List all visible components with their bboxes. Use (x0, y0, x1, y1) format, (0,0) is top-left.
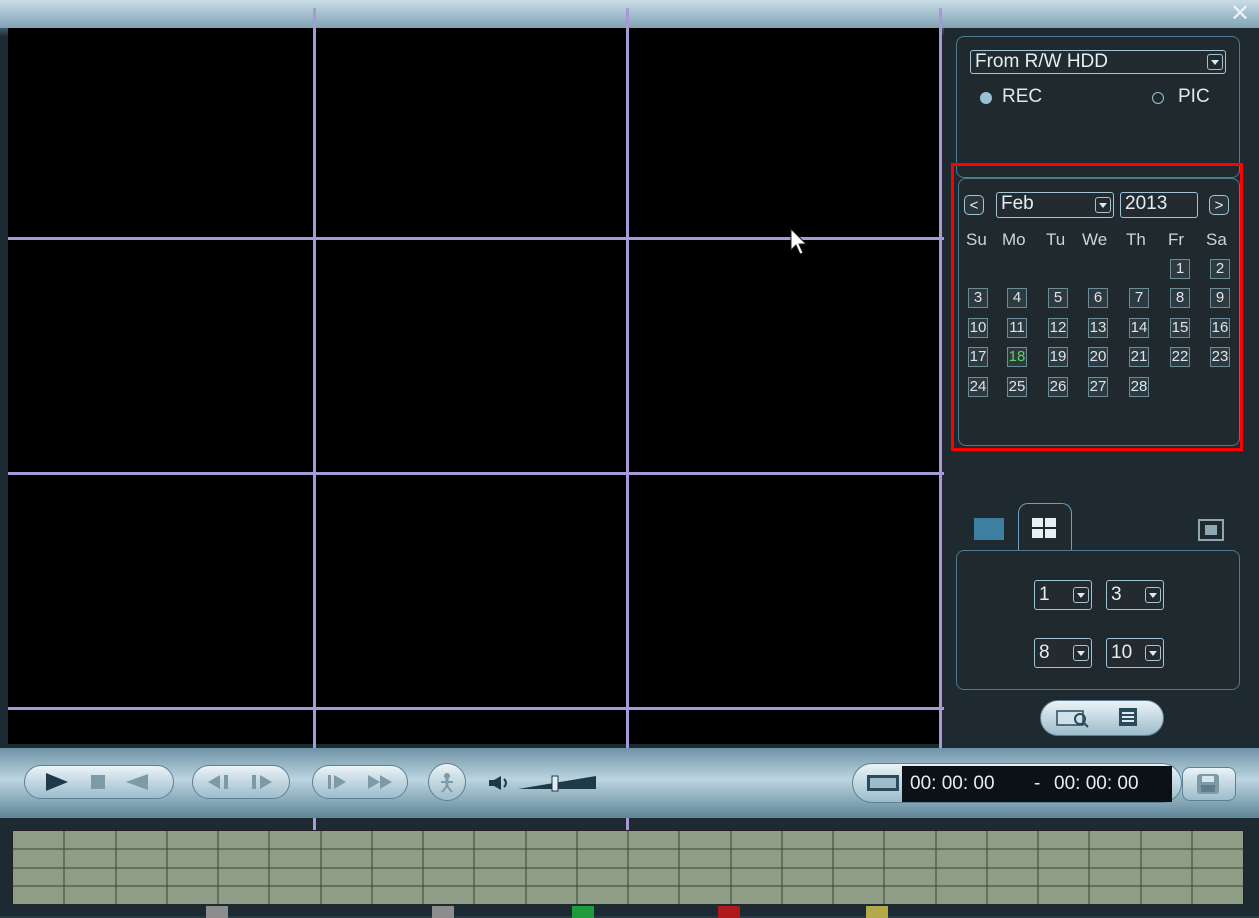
calendar-day[interactable]: 17 (968, 347, 988, 367)
calendar-day[interactable]: 8 (1170, 288, 1190, 308)
calendar-day[interactable]: 28 (1129, 377, 1149, 397)
legend-swatch (718, 906, 740, 918)
calendar-day[interactable]: 25 (1007, 377, 1027, 397)
calendar-day[interactable]: 16 (1210, 318, 1230, 338)
time-separator: - (1034, 773, 1041, 794)
calendar-day[interactable]: 10 (968, 318, 988, 338)
quad-view-icon (1032, 518, 1056, 538)
chevron-down-icon[interactable] (1145, 587, 1161, 603)
calendar-day[interactable]: 19 (1048, 347, 1068, 367)
play-icon[interactable] (44, 772, 70, 792)
prev-month-button[interactable]: < (964, 195, 984, 215)
month-dropdown[interactable]: Feb (996, 192, 1114, 218)
calendar-day[interactable]: 12 (1048, 318, 1068, 338)
chevron-down-icon[interactable] (1073, 645, 1089, 661)
prev-frame-icon[interactable] (206, 774, 236, 790)
channel-select-1[interactable]: 1 (1034, 580, 1092, 610)
calendar-day[interactable]: 23 (1210, 347, 1230, 367)
calendar-day[interactable]: 26 (1048, 377, 1068, 397)
single-view-icon[interactable] (974, 518, 1004, 540)
grid-line (939, 8, 942, 748)
legend-strip (0, 904, 1259, 916)
calendar-day[interactable]: 5 (1048, 288, 1068, 308)
calendar-day[interactable]: 24 (968, 377, 988, 397)
legend-swatch (206, 906, 228, 918)
channel-select-value: 3 (1111, 584, 1122, 605)
time-to[interactable]: 00: 00: 00 (1054, 766, 1139, 802)
time-range-display: 00: 00: 00 - 00: 00: 00 (902, 766, 1172, 802)
pic-radio[interactable] (1152, 92, 1164, 104)
calendar-day-today[interactable]: 18 (1007, 347, 1027, 367)
channel-select-3[interactable]: 8 (1034, 638, 1092, 668)
title-bar: ✕ (0, 0, 1259, 28)
legend-swatch (866, 906, 888, 918)
volume-slider[interactable] (516, 774, 598, 792)
video-grid[interactable] (8, 28, 941, 744)
chevron-down-icon[interactable] (1095, 197, 1111, 213)
fast-icon[interactable] (366, 774, 396, 790)
mouse-cursor-icon (790, 228, 808, 255)
year-field[interactable]: 2013 (1120, 192, 1198, 218)
calendar-day[interactable]: 11 (1007, 318, 1027, 338)
weekday-label: We (1082, 230, 1108, 249)
timeline-bar[interactable] (12, 830, 1244, 906)
weekday-label: Fr (1168, 230, 1185, 249)
legend-swatch (572, 906, 594, 918)
channel-panel (956, 550, 1240, 690)
slow-icon[interactable] (326, 774, 356, 790)
weekday-label: Sa (1206, 230, 1227, 249)
rec-radio[interactable] (980, 92, 992, 104)
fullscreen-icon[interactable] (1198, 519, 1224, 541)
save-icon (1197, 774, 1219, 794)
volume-icon[interactable] (488, 775, 510, 791)
weekday-label: Su (966, 230, 987, 249)
year-value: 2013 (1125, 193, 1168, 214)
legend-swatch (432, 906, 454, 918)
channel-select-value: 8 (1039, 642, 1050, 663)
weekday-label: Mo (1002, 230, 1026, 249)
channel-select-value: 10 (1111, 642, 1133, 663)
weekday-label: Tu (1046, 230, 1066, 249)
stop-icon[interactable] (90, 774, 106, 790)
next-frame-icon[interactable] (244, 774, 274, 790)
calendar-day[interactable]: 27 (1088, 377, 1108, 397)
list-icon[interactable] (1118, 707, 1138, 727)
calendar-day[interactable]: 22 (1170, 347, 1190, 367)
rec-radio-label: REC (1002, 86, 1043, 107)
chevron-down-icon[interactable] (1073, 587, 1089, 603)
calendar-day[interactable]: 2 (1210, 259, 1230, 279)
clip-icon[interactable] (866, 774, 900, 792)
quad-view-tab[interactable] (1018, 503, 1072, 552)
calendar-day[interactable]: 9 (1210, 288, 1230, 308)
calendar-day[interactable]: 6 (1088, 288, 1108, 308)
next-month-button[interactable]: > (1209, 195, 1229, 215)
calendar-day[interactable]: 7 (1129, 288, 1149, 308)
search-icon[interactable] (1056, 708, 1090, 728)
calendar-day[interactable]: 14 (1129, 318, 1149, 338)
calendar-day[interactable]: 20 (1088, 347, 1108, 367)
calendar-day[interactable]: 4 (1007, 288, 1027, 308)
calendar-day[interactable]: 13 (1088, 318, 1108, 338)
calendar-day[interactable]: 15 (1170, 318, 1190, 338)
reverse-play-icon[interactable] (124, 773, 150, 791)
time-from[interactable]: 00: 00: 00 (910, 766, 995, 802)
pic-radio-label: PIC (1178, 86, 1210, 107)
channel-select-value: 1 (1039, 584, 1050, 605)
source-dropdown[interactable]: From R/W HDD (970, 50, 1226, 74)
channel-select-4[interactable]: 10 (1106, 638, 1164, 668)
weekday-label: Th (1126, 230, 1146, 249)
close-icon[interactable]: ✕ (1229, 1, 1251, 25)
calendar-day[interactable]: 3 (968, 288, 988, 308)
smart-search-icon (441, 773, 453, 793)
month-value: Feb (1001, 193, 1034, 214)
chevron-down-icon[interactable] (1207, 54, 1223, 70)
channel-select-2[interactable]: 3 (1106, 580, 1164, 610)
calendar-day[interactable]: 1 (1170, 259, 1190, 279)
source-dropdown-value: From R/W HDD (975, 51, 1108, 72)
chevron-down-icon[interactable] (1145, 645, 1161, 661)
calendar-day[interactable]: 21 (1129, 347, 1149, 367)
